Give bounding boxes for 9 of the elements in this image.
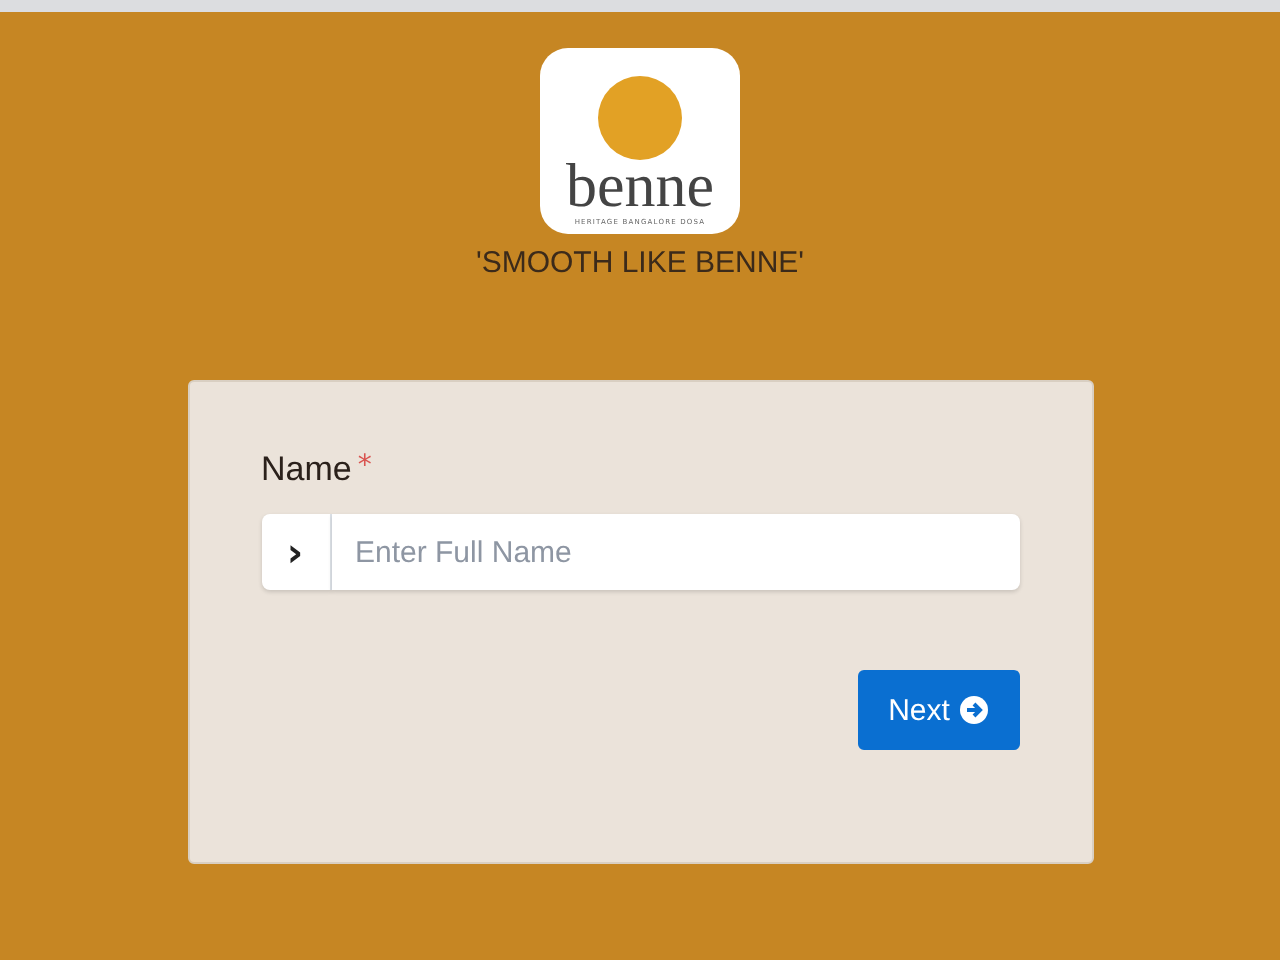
tagline: 'SMOOTH LIKE BENNE': [475, 246, 805, 280]
next-button[interactable]: Next: [857, 670, 1019, 750]
arrow-right-icon: [959, 696, 988, 724]
name-field[interactable]: Enter Full Name: [331, 514, 1019, 590]
dosa-icon: [596, 74, 684, 162]
logo-wordmark: benne: [565, 158, 715, 214]
field-label: Name: [261, 450, 352, 490]
prefix-chevron: ›: [261, 514, 331, 590]
required-mark: *: [357, 450, 372, 482]
